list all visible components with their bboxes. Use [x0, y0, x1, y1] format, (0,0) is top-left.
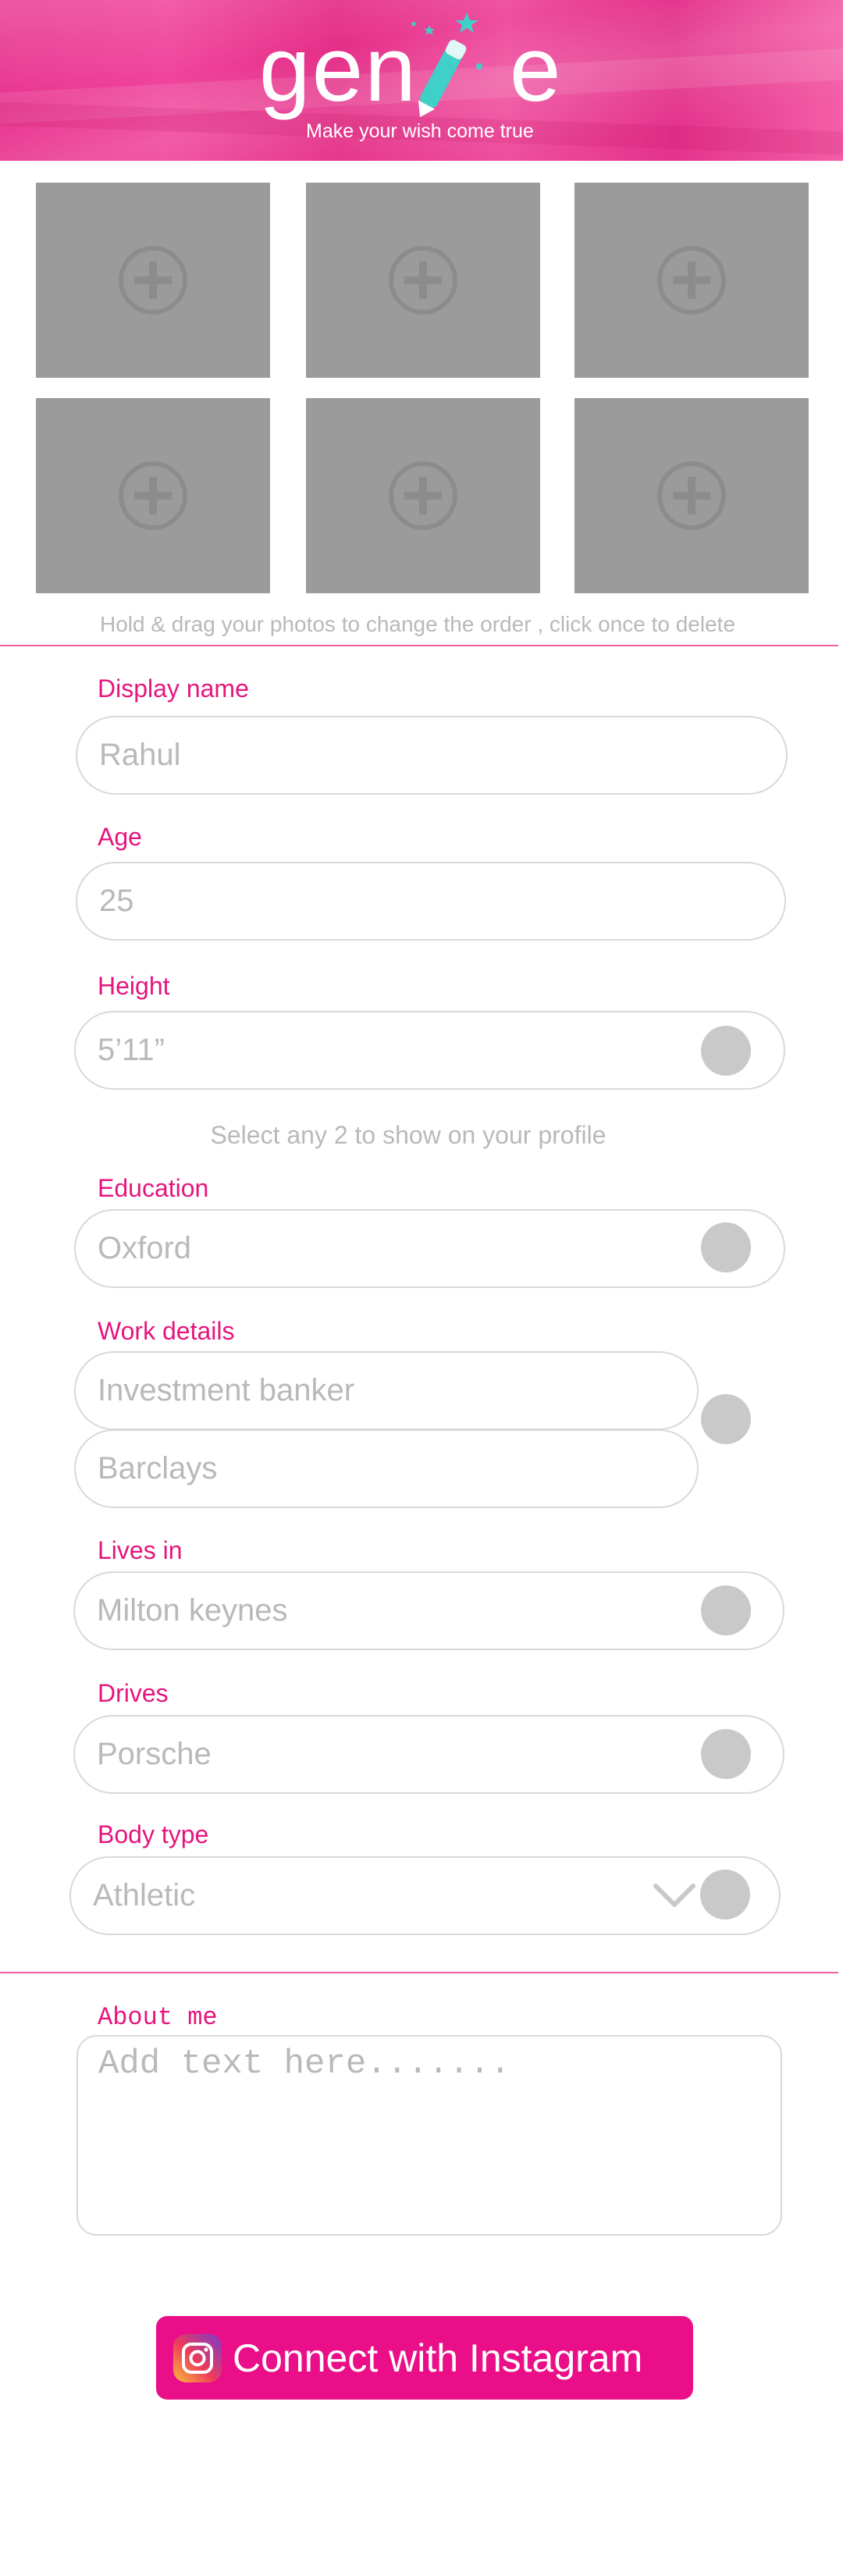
instagram-icon — [173, 2333, 222, 2382]
age-label: Age — [98, 823, 142, 851]
education-visibility-toggle[interactable] — [701, 1222, 751, 1272]
app-header: gen e Make your wish come true — [0, 0, 843, 161]
logo-text-start: gen — [259, 18, 418, 121]
photo-slot[interactable] — [36, 183, 270, 378]
add-photo-icon — [389, 461, 457, 530]
lives-in-value: Milton keynes — [97, 1593, 288, 1628]
height-label: Height — [98, 972, 170, 1000]
connect-instagram-label: Connect with Instagram — [233, 2336, 643, 2380]
photo-slot[interactable] — [36, 398, 270, 593]
app-tagline: Make your wish come true — [306, 120, 534, 142]
display-name-value: Rahul — [99, 738, 181, 772]
add-photo-icon — [657, 246, 726, 315]
magic-wand-icon — [411, 12, 482, 118]
connect-instagram-button[interactable]: Connect with Instagram — [156, 2316, 693, 2400]
drives-value: Porsche — [97, 1737, 212, 1771]
work-visibility-toggle[interactable] — [701, 1394, 751, 1444]
about-me-textarea[interactable]: Add text here....... — [76, 2035, 782, 2236]
section-divider — [0, 1972, 838, 1973]
education-value: Oxford — [98, 1231, 192, 1265]
age-value: 25 — [99, 884, 134, 918]
photo-slot[interactable] — [574, 183, 809, 378]
height-value: 5’11” — [98, 1033, 165, 1067]
about-me-label: About me — [98, 2003, 218, 2032]
height-visibility-toggle[interactable] — [701, 1026, 751, 1076]
photo-slot[interactable] — [306, 183, 540, 378]
company-value: Barclays — [98, 1451, 218, 1485]
chevron-down-icon[interactable] — [653, 1883, 696, 1909]
education-label: Education — [98, 1174, 209, 1202]
drives-label: Drives — [98, 1679, 169, 1707]
logo-text-end: e — [509, 18, 563, 121]
section-divider — [0, 645, 838, 646]
photo-reorder-hint: Hold & drag your photos to change the or… — [99, 612, 736, 636]
body-type-visibility-toggle[interactable] — [700, 1870, 750, 1920]
add-photo-icon — [119, 246, 187, 315]
photo-slot[interactable] — [574, 398, 809, 593]
job-title-field[interactable]: Investment banker — [74, 1351, 699, 1430]
photo-slot[interactable] — [306, 398, 540, 593]
add-photo-icon — [657, 461, 726, 530]
drives-visibility-toggle[interactable] — [701, 1729, 751, 1779]
work-details-label: Work details — [98, 1317, 235, 1345]
add-photo-icon — [389, 246, 457, 315]
add-photo-icon — [119, 461, 187, 530]
height-field[interactable]: 5’11” — [74, 1011, 785, 1090]
body-type-label: Body type — [98, 1820, 209, 1848]
select-two-note: Select any 2 to show on your profile — [210, 1121, 606, 1149]
job-title-value: Investment banker — [98, 1373, 355, 1407]
display-name-field[interactable]: Rahul — [76, 716, 788, 795]
display-name-label: Display name — [98, 674, 249, 703]
lives-in-visibility-toggle[interactable] — [701, 1585, 751, 1635]
about-me-placeholder: Add text here....... — [98, 2044, 511, 2083]
company-field[interactable]: Barclays — [74, 1429, 699, 1508]
drives-field[interactable]: Porsche — [73, 1715, 784, 1794]
age-field[interactable]: 25 — [76, 862, 786, 941]
education-field[interactable]: Oxford — [74, 1209, 785, 1288]
body-type-value: Athletic — [93, 1878, 196, 1912]
lives-in-field[interactable]: Milton keynes — [73, 1571, 784, 1650]
lives-in-label: Lives in — [98, 1536, 183, 1564]
